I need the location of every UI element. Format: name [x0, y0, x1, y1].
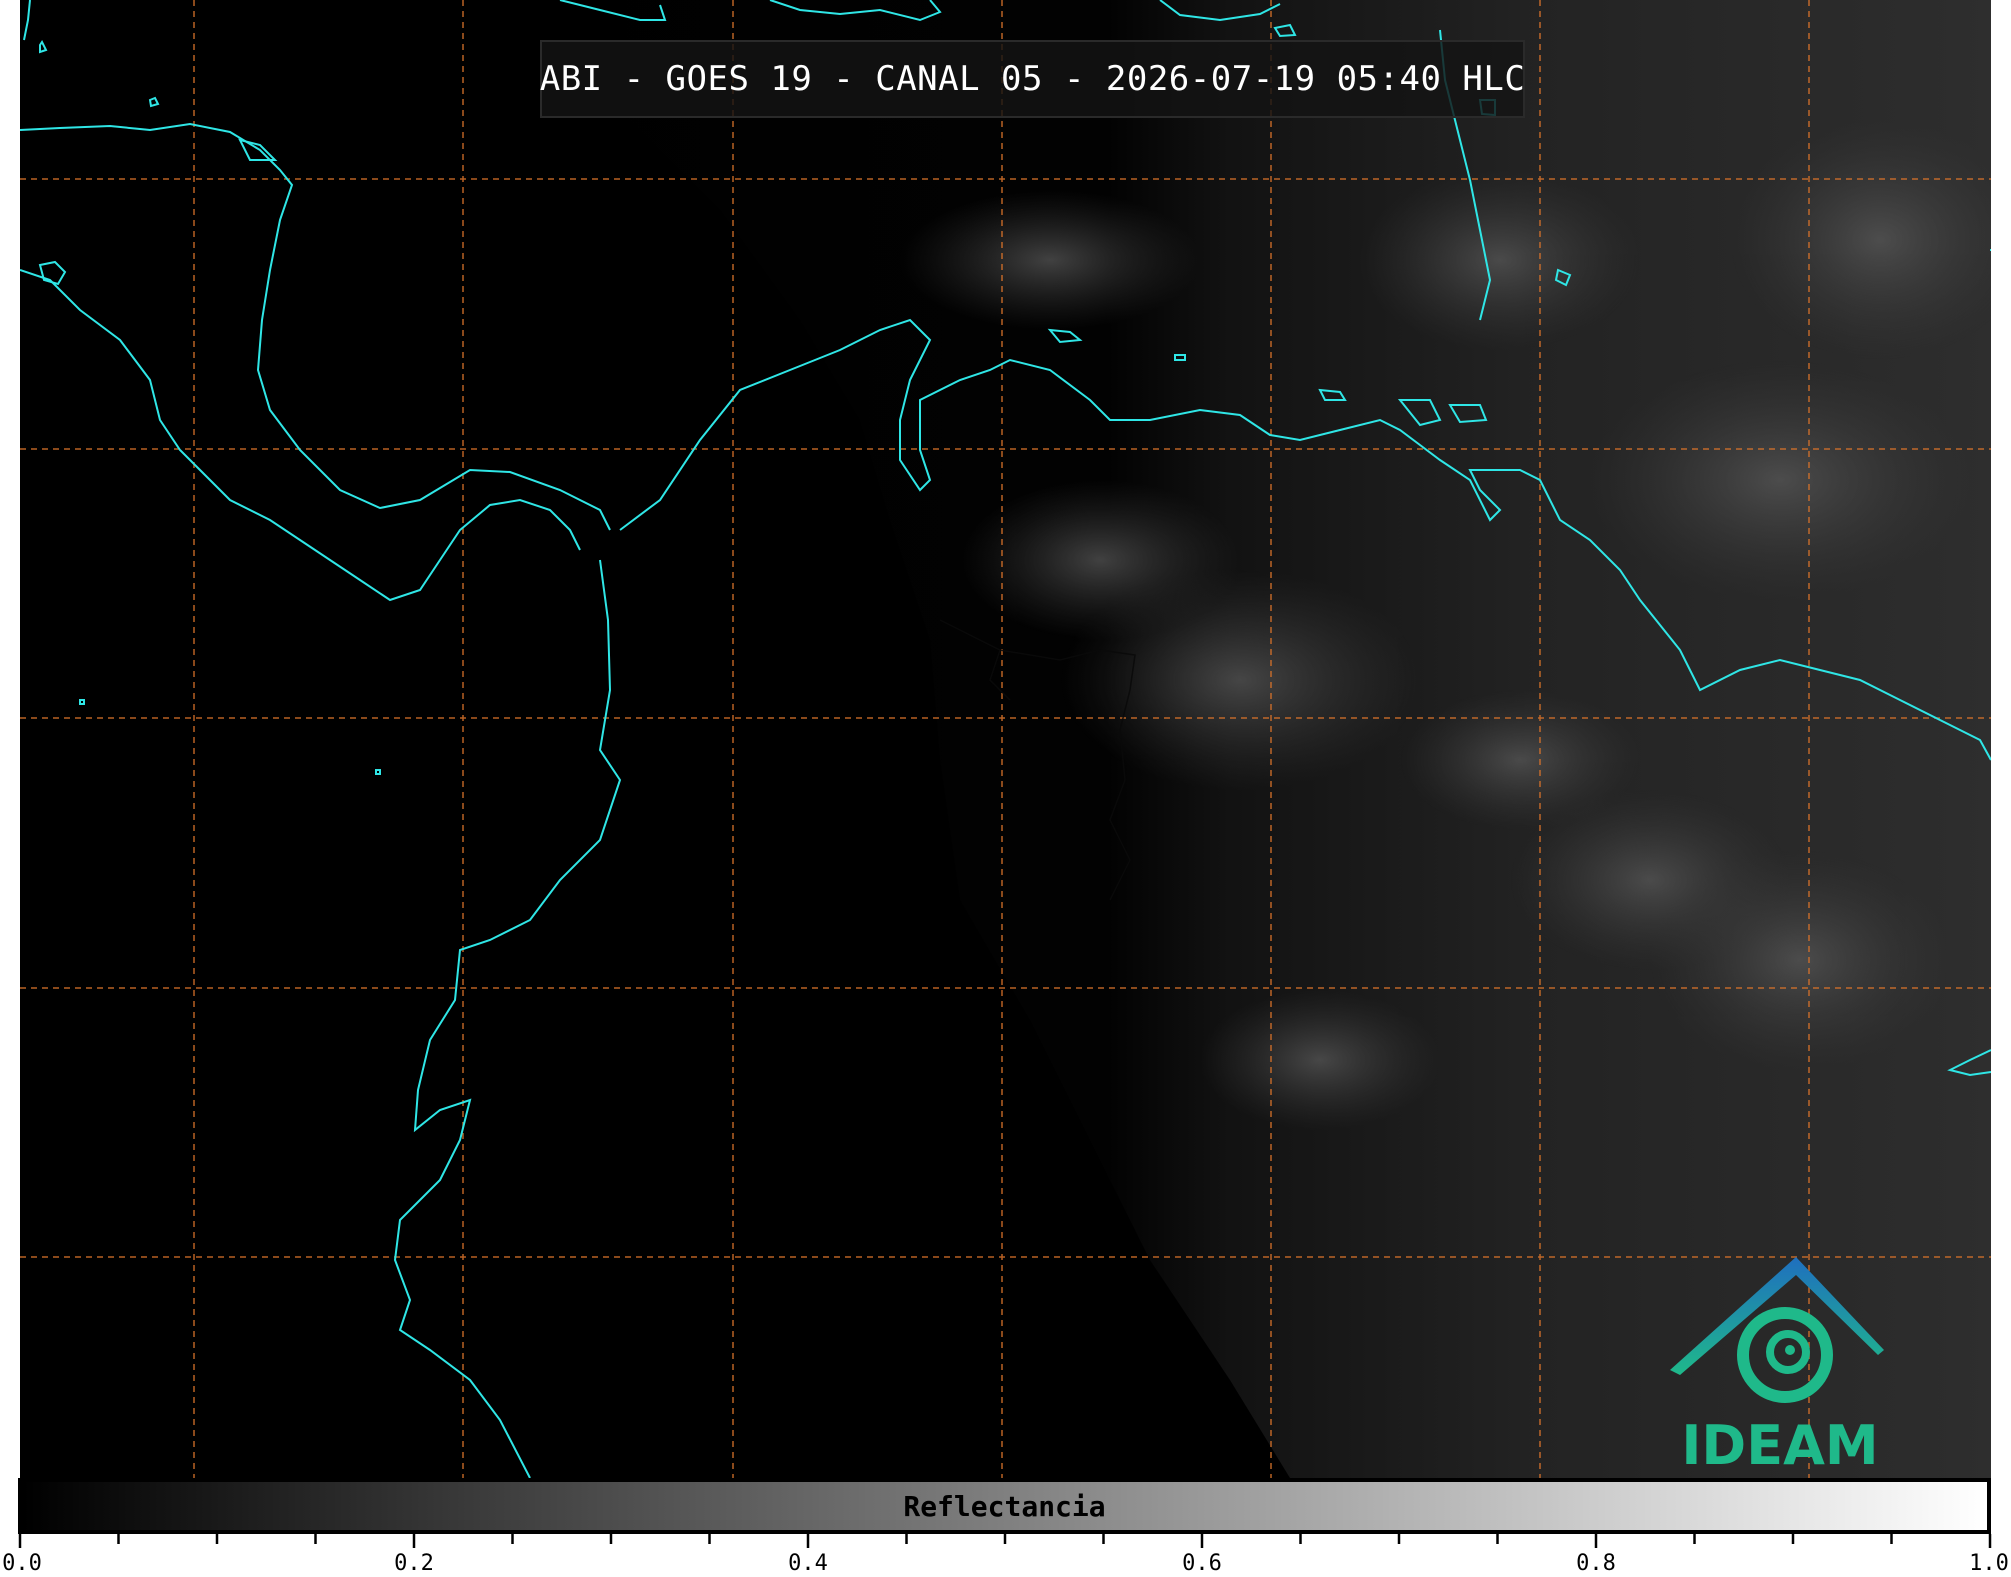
colorbar: Reflectancia	[18, 1478, 1991, 1534]
colorbar-tick-label: 0.2	[394, 1551, 434, 1576]
colorbar-tick-label: 1.0	[1969, 1551, 2009, 1576]
colorbar-label: Reflectancia	[903, 1489, 1106, 1523]
title-box: ABI - GOES 19 - CANAL 05 - 2026-07-19 05…	[540, 40, 1525, 118]
colorbar-tick-label: 0.6	[1182, 1551, 1222, 1576]
satellite-map: IDEAM	[0, 0, 2011, 1530]
colorbar-tick-label: 0.0	[2, 1551, 42, 1576]
colorbar-tick-label: 0.8	[1576, 1551, 1616, 1576]
logo-text: IDEAM	[1681, 1414, 1878, 1477]
map-title: ABI - GOES 19 - CANAL 05 - 2026-07-19 05…	[539, 59, 1526, 99]
colorbar-tick-label: 0.4	[788, 1551, 828, 1576]
